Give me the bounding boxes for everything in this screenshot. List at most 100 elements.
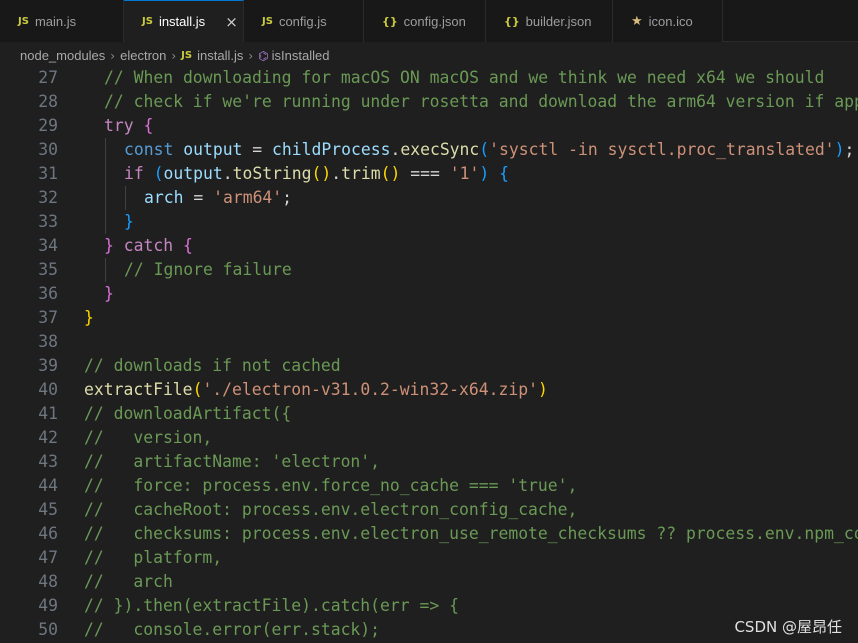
line-number: 29 — [38, 116, 58, 135]
code-token: try — [104, 116, 134, 135]
code-text: } — [84, 306, 94, 330]
code-line[interactable]: 44 // force: process.env.force_no_cache =… — [0, 474, 858, 498]
code-text: // check if we're running under rosetta … — [104, 90, 858, 114]
code-text: const output = childProcess.execSync('sy… — [124, 138, 854, 162]
code-token: { — [182, 236, 193, 255]
code-line[interactable]: 46 // checksums: process.env.electron_use… — [0, 522, 858, 546]
code-token: } — [104, 284, 114, 303]
code-token: = — [242, 140, 273, 159]
tab-config-json[interactable]: {} config.json — [364, 0, 486, 42]
code-token: './electron-v31.0.2-win32-x64.zip' — [202, 380, 538, 399]
code-line[interactable]: 43 // artifactName: 'electron', — [0, 450, 858, 474]
code-token: execSync — [400, 140, 480, 159]
code-token: () — [380, 164, 401, 183]
breadcrumb-item[interactable]: node_modules — [20, 48, 105, 63]
tab-label: icon.ico — [648, 13, 693, 29]
code-token: // platform, — [84, 548, 223, 567]
code-text: if (output.toString().trim() === '1') { — [124, 162, 509, 186]
tab-label: config.js — [278, 13, 327, 29]
code-text: } — [104, 282, 114, 306]
code-token: = — [183, 188, 214, 207]
tab-main-js[interactable]: JS main.js — [0, 0, 124, 42]
code-line[interactable]: 48 // arch — [0, 570, 858, 594]
code-line[interactable]: 42 // version, — [0, 426, 858, 450]
code-token: // cacheRoot: process.env.electron_confi… — [84, 500, 578, 519]
code-line[interactable]: 28 // check if we're running under rosett… — [0, 90, 858, 114]
code-text: // downloadArtifact({ — [84, 402, 291, 426]
code-line[interactable]: 32 arch = 'arm64'; — [0, 186, 858, 210]
code-line[interactable]: 37} — [0, 306, 858, 330]
code-token: // check if we're running under rosetta … — [104, 92, 858, 111]
code-token: arch — [144, 188, 184, 207]
code-line[interactable]: 34} catch { — [0, 234, 858, 258]
code-token: // force: process.env.force_no_cache ===… — [84, 476, 578, 495]
code-token: childProcess — [272, 140, 391, 159]
code-line[interactable]: 29 try { — [0, 114, 858, 138]
code-token: // downloadArtifact({ — [84, 404, 292, 423]
code-token: // console.error(err.stack); — [84, 620, 381, 639]
code-token: 'sysctl -in sysctl.proc_translated' — [489, 140, 835, 159]
code-line[interactable]: 39 // downloads if not cached — [0, 354, 858, 378]
code-line[interactable]: 35 // Ignore failure — [0, 258, 858, 282]
code-line[interactable]: 40 extractFile('./electron-v31.0.2-win32-… — [0, 378, 858, 402]
json-file-icon: {} — [382, 14, 398, 28]
chevron-right-icon: › — [171, 48, 177, 63]
code-text: // downloads if not cached — [84, 354, 341, 378]
line-number: 35 — [38, 260, 58, 279]
code-token: // checksums: process.env.electron_use_r… — [84, 524, 858, 543]
code-text: arch = 'arm64'; — [144, 186, 292, 210]
code-token: // downloads if not cached — [84, 356, 341, 375]
code-token: 'arm64' — [213, 188, 283, 207]
tab-install-js[interactable]: JS install.js × — [124, 0, 244, 42]
code-line[interactable]: 30 const output = childProcess.execSync('… — [0, 138, 858, 162]
tab-icon-ico[interactable]: ★ icon.ico — [613, 0, 723, 42]
indent-guide — [125, 186, 126, 210]
watermark: CSDN @屋昂任 — [734, 616, 842, 637]
line-number: 39 — [38, 356, 58, 375]
tab-label: install.js — [158, 14, 206, 29]
line-number: 37 — [38, 308, 58, 327]
code-line[interactable]: 33} — [0, 210, 858, 234]
code-text: // }).then(extractFile).catch(err => { — [84, 594, 459, 618]
code-token: // version, — [84, 428, 213, 447]
code-editor[interactable]: 27 // When downloading for macOS ON macOS… — [0, 66, 858, 643]
line-number: 50 — [38, 620, 58, 639]
code-line[interactable]: 47 // platform, — [0, 546, 858, 570]
code-token: output — [183, 140, 243, 159]
tab-builder-json[interactable]: {} builder.json — [486, 0, 613, 42]
code-token: toString — [232, 164, 312, 183]
code-token: ( — [192, 380, 203, 399]
code-token: ) — [537, 380, 548, 399]
breadcrumb-item[interactable]: isInstalled — [272, 48, 330, 63]
close-icon[interactable]: × — [225, 13, 238, 31]
tab-config-js[interactable]: JS config.js — [244, 0, 364, 42]
code-line[interactable]: 38 — [0, 330, 858, 354]
symbol-method-icon: ⌬ — [258, 48, 269, 63]
code-line[interactable]: 41 // downloadArtifact({ — [0, 402, 858, 426]
code-text: extractFile('./electron-v31.0.2-win32-x6… — [84, 378, 548, 402]
code-line[interactable]: 45 // cacheRoot: process.env.electron_con… — [0, 498, 858, 522]
code-token: // Ignore failure — [124, 260, 292, 279]
line-number: 45 — [38, 500, 58, 519]
code-line[interactable]: 36} — [0, 282, 858, 306]
line-number: 43 — [38, 452, 58, 471]
line-number: 38 — [38, 332, 58, 351]
code-token: { — [499, 164, 509, 183]
chevron-right-icon: › — [248, 48, 254, 63]
javascript-file-icon: JS — [181, 50, 193, 61]
code-line[interactable]: 50 // console.error(err.stack); — [0, 618, 858, 642]
code-line[interactable]: 27 // When downloading for macOS ON macOS… — [0, 66, 858, 90]
editor-tab-bar: JS main.js JS install.js × JS config.js {} confi… — [0, 0, 858, 42]
breadcrumb-item[interactable]: electron — [120, 48, 166, 63]
code-token: '1' — [449, 164, 480, 183]
code-line[interactable]: 49 // }).then(extractFile).catch(err => { — [0, 594, 858, 618]
code-token: } — [84, 308, 94, 327]
indent-guide — [105, 138, 106, 162]
code-text: } — [124, 210, 134, 234]
breadcrumb-item[interactable]: install.js — [197, 48, 243, 63]
chevron-right-icon: › — [110, 48, 116, 63]
code-line[interactable]: 31 if (output.toString().trim() === '1') … — [0, 162, 858, 186]
